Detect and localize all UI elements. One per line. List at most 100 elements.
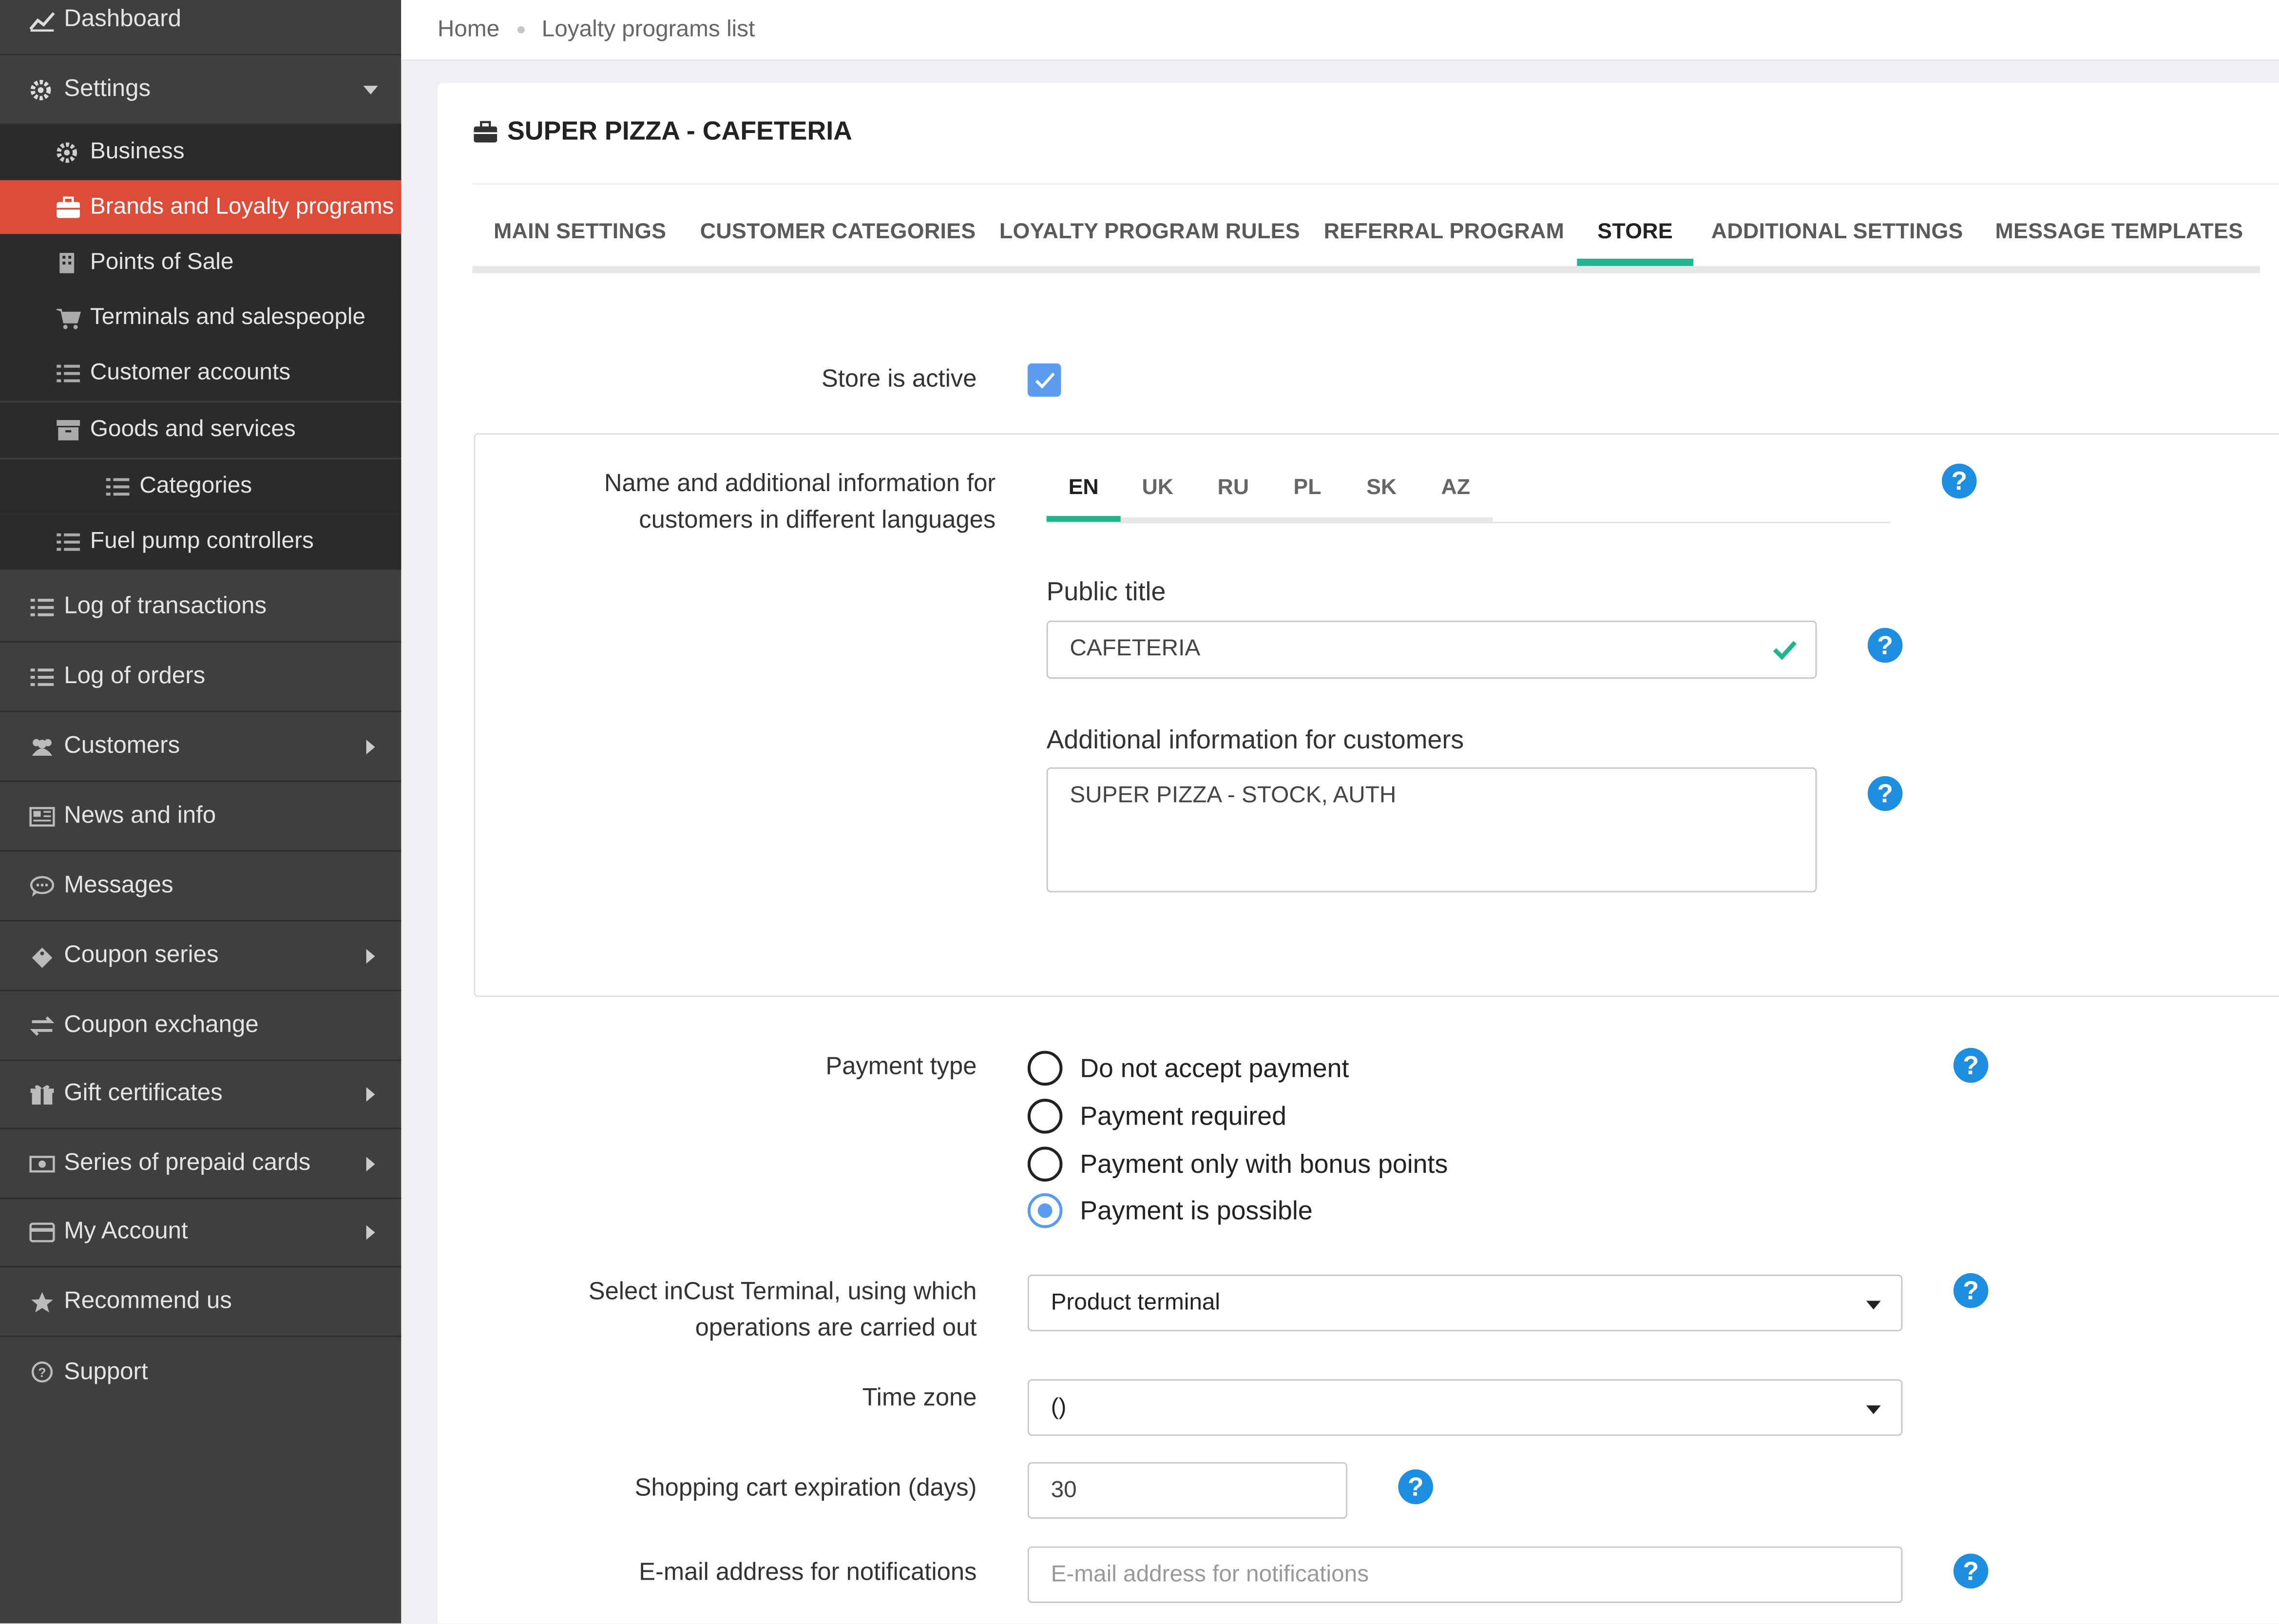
public-title-input[interactable]: CAFETERIA <box>1046 620 1817 679</box>
language-section-label: Name and additional information for cust… <box>494 465 996 537</box>
radio-button-selected[interactable] <box>1027 1193 1063 1228</box>
additional-info-textarea[interactable]: SUPER PIZZA - STOCK, AUTH <box>1046 767 1817 893</box>
list-icon <box>55 530 81 553</box>
language-section-label-line2: customers in different languages <box>639 506 996 534</box>
chevron-right-icon <box>366 1224 375 1239</box>
sidebar-item-brands[interactable]: Brands and Loyalty programs <box>0 180 402 236</box>
help-icon[interactable]: ? <box>1953 1273 1989 1308</box>
sidebar-item-log-transactions[interactable]: Log of transactions <box>0 573 402 643</box>
money-icon <box>29 1152 56 1175</box>
payment-option-required[interactable]: Payment required <box>1027 1098 1286 1134</box>
radio-button[interactable] <box>1027 1098 1063 1134</box>
payment-option-bonus-only[interactable]: Payment only with bonus points <box>1027 1146 1448 1182</box>
lang-tab-pl[interactable]: PL <box>1270 459 1344 515</box>
star-icon <box>29 1290 56 1313</box>
sidebar-item-goods[interactable]: Goods and services <box>0 402 402 458</box>
payment-option-none[interactable]: Do not accept payment <box>1027 1051 1349 1086</box>
cart-expiration-value: 30 <box>1051 1477 1077 1502</box>
tab-customer-categories[interactable]: CUSTOMER CATEGORIES <box>688 204 988 259</box>
sidebar-item-label: Categories <box>139 473 252 498</box>
breadcrumb-home[interactable]: Home <box>438 17 499 43</box>
timezone-select-value: () <box>1051 1394 1067 1419</box>
public-title-label: Public title <box>1046 577 1166 606</box>
gear-icon <box>55 140 81 164</box>
sidebar-item-support[interactable]: ? Support <box>0 1337 401 1407</box>
chevron-down-icon <box>363 85 378 94</box>
terminal-select-value: Product terminal <box>1051 1290 1221 1315</box>
sidebar-item-gift-certificates[interactable]: Gift certificates <box>0 1059 402 1129</box>
help-icon[interactable]: ? <box>1398 1469 1434 1505</box>
sidebar-item-log-orders[interactable]: Log of orders <box>0 642 402 712</box>
sidebar-item-coupon-exchange[interactable]: Coupon exchange <box>0 991 402 1061</box>
sidebar-item-label: Log of orders <box>64 663 206 689</box>
tab-loyalty-program-rules[interactable]: LOYALTY PROGRAM RULES <box>988 204 1311 259</box>
lang-tab-az[interactable]: AZ <box>1418 459 1493 515</box>
lang-tab-en[interactable]: EN <box>1046 459 1121 522</box>
sidebar-item-terminals[interactable]: Terminals and salespeople <box>0 290 402 346</box>
sidebar-item-news[interactable]: News and info <box>0 782 402 852</box>
sidebar-item-prepaid-cards[interactable]: Series of prepaid cards <box>0 1129 402 1199</box>
breadcrumb-separator <box>517 26 524 34</box>
tab-main-settings[interactable]: MAIN SETTINGS <box>472 204 687 259</box>
help-icon[interactable]: ? <box>1942 463 1977 499</box>
additional-info-value: SUPER PIZZA - STOCK, AUTH <box>1070 783 1397 808</box>
lang-tab-sk[interactable]: SK <box>1344 459 1418 515</box>
payment-option-label: Do not accept payment <box>1080 1053 1349 1082</box>
chevron-right-icon <box>366 1156 375 1171</box>
store-title-text: SUPER PIZZA - CAFETERIA <box>507 116 852 146</box>
sidebar-item-points-of-sale[interactable]: Points of Sale <box>0 235 402 291</box>
additional-info-label: Additional information for customers <box>1046 725 1464 755</box>
tab-message-templates[interactable]: MESSAGE TEMPLATES <box>1981 204 2258 259</box>
sidebar-item-settings[interactable]: Settings <box>0 55 402 125</box>
terminal-label-line1: Select inCust Terminal, using which <box>588 1277 977 1305</box>
sidebar-item-label: Series of prepaid cards <box>64 1149 311 1176</box>
help-icon[interactable]: ? <box>1867 628 1903 663</box>
sidebar-item-fuel-pump[interactable]: Fuel pump controllers <box>0 514 402 570</box>
tab-store[interactable]: STORE <box>1577 204 1693 266</box>
public-title-value: CAFETERIA <box>1070 636 1201 662</box>
list-icon <box>29 665 56 688</box>
sidebar-item-messages[interactable]: Messages <box>0 852 402 922</box>
sidebar-item-customers[interactable]: Customers <box>0 712 402 782</box>
radio-button[interactable] <box>1027 1051 1063 1086</box>
lang-tab-ru[interactable]: RU <box>1196 459 1270 515</box>
lang-tab-uk[interactable]: UK <box>1121 459 1195 515</box>
timezone-select[interactable]: () <box>1027 1379 1903 1436</box>
tab-additional-settings[interactable]: ADDITIONAL SETTINGS <box>1693 204 1981 259</box>
gear-icon <box>29 78 56 101</box>
sidebar-item-my-account[interactable]: My Account <box>0 1198 402 1268</box>
help-icon[interactable]: ? <box>1953 1553 1989 1589</box>
help-icon[interactable]: ? <box>1953 1048 1989 1083</box>
sidebar-item-customer-accounts[interactable]: Customer accounts <box>0 345 402 401</box>
divider <box>472 183 2279 185</box>
sidebar-item-dashboard[interactable]: Dashboard <box>0 0 402 56</box>
payment-option-possible[interactable]: Payment is possible <box>1027 1193 1313 1228</box>
tab-referral-program[interactable]: REFERRAL PROGRAM <box>1311 204 1577 259</box>
store-active-checkbox[interactable] <box>1027 363 1061 397</box>
cart-expiration-input[interactable]: 30 <box>1027 1462 1348 1519</box>
breadcrumb-current[interactable]: Loyalty programs list <box>542 17 755 43</box>
sidebar-item-label: Support <box>64 1358 148 1385</box>
list-icon <box>29 595 56 618</box>
terminal-select[interactable]: Product terminal <box>1027 1274 1903 1332</box>
sidebar-item-label: Fuel pump controllers <box>90 528 314 553</box>
email-input[interactable]: E-mail address for notifications <box>1027 1546 1903 1604</box>
sidebar-item-business[interactable]: Business <box>0 125 402 180</box>
email-label: E-mail address for notifications <box>639 1558 977 1586</box>
card-icon <box>29 1220 56 1243</box>
ticket-icon <box>29 944 56 968</box>
sidebar-item-recommend[interactable]: Recommend us <box>0 1267 402 1337</box>
language-section-label-line1: Name and additional information for <box>604 469 996 497</box>
sidebar-item-coupon-series[interactable]: Coupon series <box>0 921 402 992</box>
page-title: SUPER PIZZA - CAFETERIA <box>472 116 852 147</box>
users-icon <box>29 735 56 758</box>
sidebar-item-label: Recommend us <box>64 1287 232 1314</box>
sidebar-item-categories[interactable]: Categories <box>0 459 402 515</box>
chart-icon <box>29 8 56 31</box>
sidebar-item-label: Business <box>90 138 185 164</box>
email-placeholder: E-mail address for notifications <box>1051 1562 1369 1586</box>
help-icon[interactable]: ? <box>1867 776 1903 811</box>
svg-text:?: ? <box>38 1365 46 1380</box>
sidebar-item-label: Coupon series <box>64 941 219 968</box>
radio-button[interactable] <box>1027 1146 1063 1182</box>
